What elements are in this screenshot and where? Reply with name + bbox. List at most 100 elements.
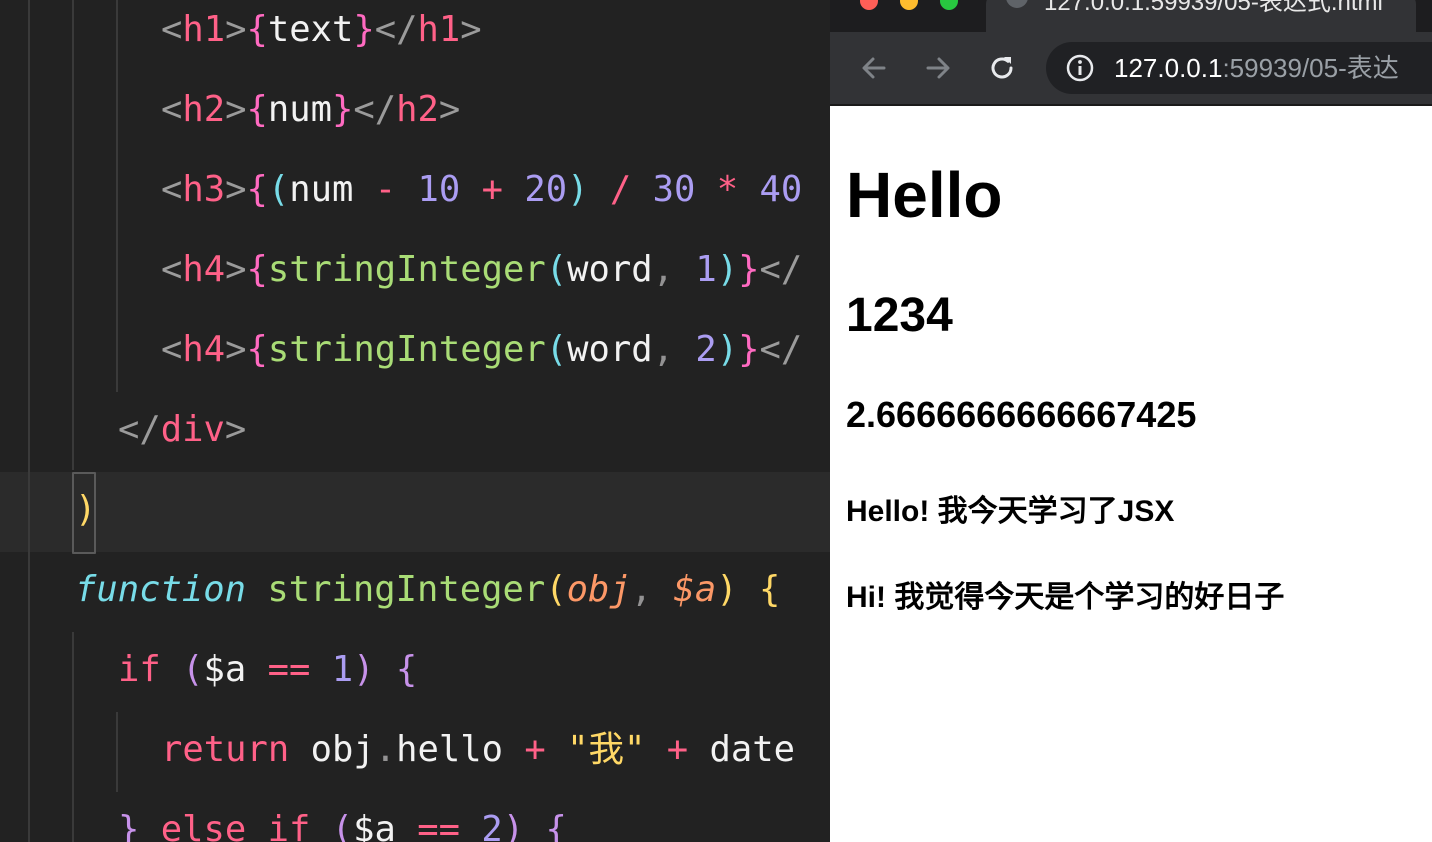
code-token: 10 (417, 169, 461, 210)
code-token: h1 (182, 9, 226, 50)
code-token: 40 (759, 169, 803, 210)
close-tab-icon[interactable]: ✕ (1390, 0, 1408, 7)
code-token: obj (289, 729, 375, 770)
code-token: "我" (567, 729, 646, 770)
code-line[interactable]: <h3>{(num - 10 + 20) / 30 * 40 (161, 150, 830, 230)
code-token: == (267, 649, 311, 690)
code-token: ( (545, 329, 568, 370)
close-window-button[interactable] (860, 0, 878, 10)
code-token: == (417, 809, 460, 842)
code-token: h2 (182, 89, 226, 130)
rendered-page: Hello 1234 2.6666666666667425 Hello! 我今天… (830, 106, 1432, 842)
code-token: div (160, 409, 225, 450)
code-token: </ (353, 89, 397, 130)
heading-h4-first: Hello! 我今天学习了JSX (846, 495, 1175, 528)
code-line[interactable]: if ($a == 1) { (118, 630, 830, 710)
code-token: num (267, 89, 332, 130)
info-icon[interactable] (1066, 54, 1094, 82)
code-token: { (246, 89, 268, 130)
code-token: * (716, 169, 739, 210)
code-token: ) (353, 649, 375, 690)
code-token: > (225, 89, 247, 130)
code-token: / (609, 169, 632, 210)
code-token: else (160, 809, 247, 842)
minimize-window-button[interactable] (900, 0, 918, 10)
arrow-left-icon (862, 57, 886, 79)
code-editor[interactable]: <h1>{text}</h1> <h2>{num}</h2> <h3>{(num -… (0, 0, 830, 842)
indent-guide (28, 0, 30, 842)
browser-toolbar: 127.0.0.1:59939/05-表达 (830, 32, 1432, 104)
code-token: > (225, 169, 247, 210)
code-token: , (652, 249, 696, 290)
code-line[interactable]: } else if ($a == 2) { (118, 790, 830, 842)
code-token: < (161, 169, 183, 210)
code-token: 1 (695, 249, 717, 290)
code-token: < (161, 89, 183, 130)
code-token: function (75, 569, 246, 610)
maximize-window-button[interactable] (940, 0, 958, 10)
forward-button[interactable] (916, 46, 960, 90)
code-token: ( (331, 809, 354, 842)
url-host: 127.0.0.1 (1114, 53, 1223, 83)
globe-icon (1006, 0, 1028, 8)
code-token: ( (545, 569, 567, 610)
code-token: word (567, 249, 653, 290)
code-line[interactable]: <h4>{stringInteger(word, 1)}</ (161, 230, 830, 310)
code-line[interactable]: return obj.hello + "我" + date (161, 710, 830, 790)
code-token: } (353, 9, 375, 50)
url-path: :59939/05-表达 (1222, 53, 1399, 83)
code-token: h1 (417, 9, 461, 50)
code-line[interactable]: <h1>{text}</h1> (161, 0, 830, 70)
tab-bar: 127.0.0.1:59939/05-表达式.html ✕ (830, 0, 1432, 32)
address-bar[interactable]: 127.0.0.1:59939/05-表达 (1046, 42, 1432, 94)
code-token: < (161, 9, 183, 50)
code-line[interactable]: <h4>{stringInteger(word, 2)}</ (161, 310, 830, 390)
reload-button[interactable] (980, 46, 1024, 90)
browser-tab[interactable]: 127.0.0.1:59939/05-表达式.html ✕ (986, 0, 1416, 32)
indent-guide (116, 712, 118, 792)
code-token: { (246, 249, 268, 290)
code-token: ) (716, 249, 739, 290)
code-token: - (374, 169, 397, 210)
code-token: num (289, 169, 375, 210)
code-token: + (481, 169, 503, 210)
code-token: </ (759, 249, 803, 290)
code-token: h2 (396, 89, 439, 130)
code-token: h3 (182, 169, 226, 210)
code-token: > (225, 249, 247, 290)
heading-h4-second: Hi! 我觉得今天是个学习的好日子 (846, 581, 1285, 614)
code-line[interactable]: ) (75, 470, 830, 550)
code-token: , (630, 569, 674, 610)
code-token: > (224, 409, 247, 450)
code-token: $a (673, 569, 717, 610)
code-token: ( (182, 649, 204, 690)
code-line[interactable]: <h2>{num}</h2> (161, 70, 830, 150)
code-token: < (161, 249, 183, 290)
code-token: { (246, 9, 268, 50)
code-token: hello (396, 729, 525, 770)
back-button[interactable] (852, 46, 896, 90)
code-token: > (225, 329, 247, 370)
code-token: } (738, 329, 760, 370)
code-token: , (652, 329, 696, 370)
code-line[interactable]: function stringInteger(obj, $a) { (75, 550, 830, 630)
code-token: } (332, 89, 354, 130)
code-token: return (161, 729, 290, 770)
code-token: 1 (331, 649, 354, 690)
reload-icon (991, 57, 1013, 79)
code-token: text (267, 9, 354, 50)
url-text[interactable]: 127.0.0.1:59939/05-表达 (1114, 42, 1399, 94)
code-token: { (246, 169, 268, 210)
code-token: { (758, 569, 781, 610)
code-line[interactable]: </div> (118, 390, 830, 470)
